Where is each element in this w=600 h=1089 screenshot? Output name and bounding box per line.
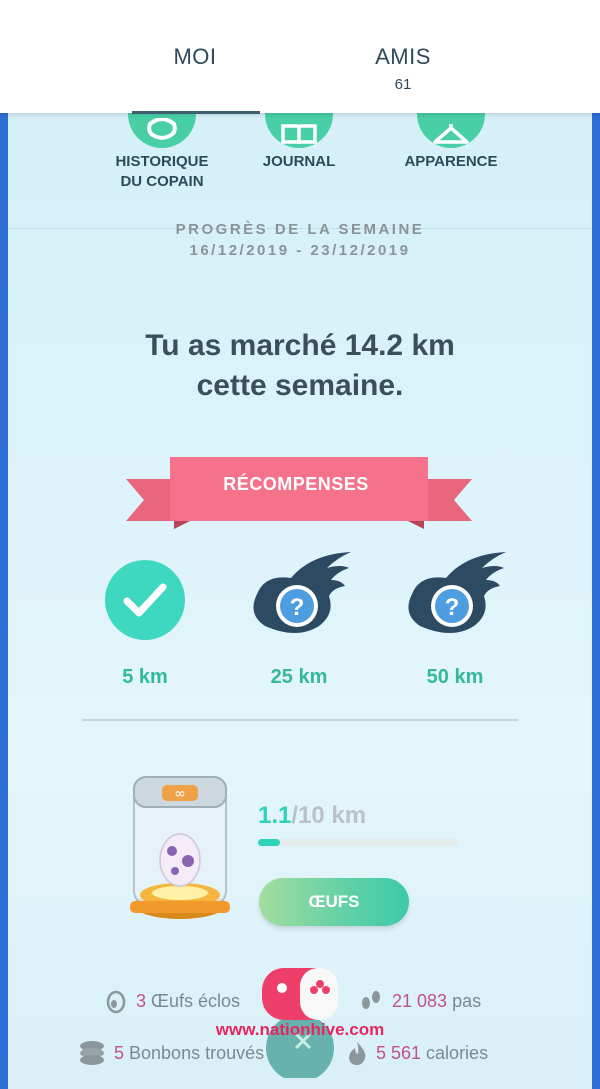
candy-icon [78,1040,106,1066]
left-border [0,0,8,1089]
tab-moi[interactable]: MOI [130,0,260,113]
incubator-progress-bar [258,839,458,846]
week-progress-title: PROGRÈS DE LA SEMAINE [175,221,425,238]
incubator-progress: 1.1/10 km [258,802,367,829]
active-tab-indicator [132,111,260,114]
weekly-distance-summary: Tu as marché 14.2 km cette semaine. [145,329,455,402]
reward-25km-label: 25 km [270,666,328,688]
week-progress-dates: 16/12/2019 - 23/12/2019 [189,242,411,259]
egg-icon [104,988,128,1014]
reward-5km[interactable] [90,560,200,640]
tab-amis[interactable]: AMIS 61 [338,0,468,113]
incubator-egg-icon[interactable]: ∞ [120,765,240,925]
appearance-label: APPARENCE [404,153,498,170]
question-icon: ? [253,552,351,633]
right-border [592,0,600,1089]
check-icon [105,560,185,640]
friends-count: 61 [394,76,412,93]
profile-tabs-header: MOI AMIS 61 [0,0,600,113]
reward-50km[interactable]: ? [398,548,508,648]
svg-text:?: ? [290,594,305,621]
reward-50km-label: 50 km [426,666,484,688]
question-icon: ? [408,552,506,633]
reward-5km-label: 5 km [122,666,168,688]
reward-25km[interactable]: ? [243,548,353,648]
incubator-progress-fill [258,839,280,846]
section-divider [82,719,518,721]
profile-panel: HISTORIQUE DU COPAIN JOURNAL APPARENCE PR… [8,0,592,1089]
svg-text:∞: ∞ [174,786,186,802]
watermark-text: www.nationhive.com [215,1020,385,1039]
journal-label: JOURNAL [262,153,336,170]
svg-text:?: ? [445,594,460,621]
eggs-button[interactable]: ŒUFS [259,878,409,926]
rewards-title: RÉCOMPENSES [223,474,369,494]
buddy-history-label: HISTORIQUE DU COPAIN [115,153,209,190]
